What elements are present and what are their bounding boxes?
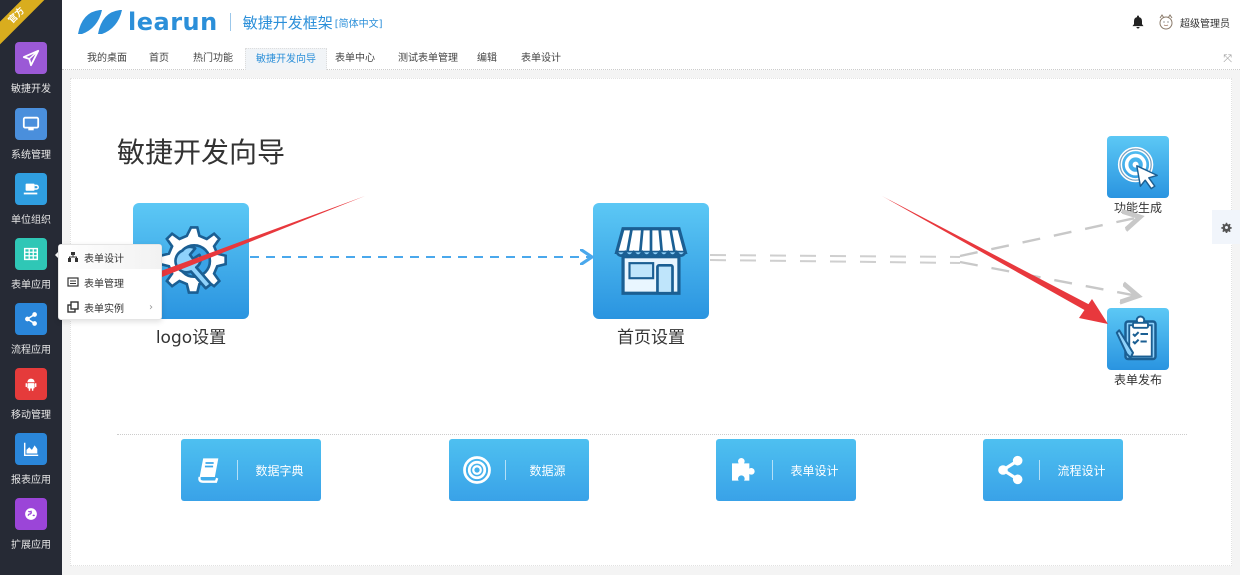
sidebar-item-system[interactable]: 系统管理	[0, 108, 62, 161]
clipboard-icon	[1115, 315, 1157, 361]
form-publish-tile[interactable]	[1107, 308, 1169, 370]
storefront-icon	[614, 227, 688, 295]
sitemap-icon	[68, 252, 78, 262]
sidebar-item-workflow[interactable]: 流程应用	[0, 303, 62, 356]
sidebar-item-label: 系统管理	[11, 150, 51, 161]
sidebar-item-label: 敏捷开发	[11, 84, 51, 95]
sidebar-item-organization[interactable]: 单位组织	[0, 173, 62, 226]
language-switch[interactable]: [简体中文]	[335, 15, 383, 30]
submenu-item-label: 表单设计	[84, 253, 124, 265]
wizard-panel: 敏捷开发向导 logo设置 首页设置 功能生成 表单发布 数据字典 数据源 表单…	[70, 78, 1232, 566]
brand-subtitle: 敏捷开发框架	[242, 13, 333, 32]
sidebar-item-agile-dev[interactable]: 敏捷开发	[0, 42, 62, 95]
logo[interactable]: learun 敏捷开发框架 [简体中文]	[76, 8, 383, 36]
leaf-logo-icon	[78, 10, 122, 34]
tab-form-center[interactable]: 表单中心	[325, 48, 385, 70]
sidebar-item-label: 表单应用	[11, 280, 51, 291]
target-cursor-icon	[1117, 146, 1158, 190]
form-design-button[interactable]: 表单设计	[716, 439, 856, 501]
submenu-item-label: 表单实例	[84, 303, 124, 315]
share-icon	[15, 303, 47, 335]
sidebar-item-label: 流程应用	[11, 345, 51, 356]
share-icon	[983, 454, 1039, 486]
sidebar-item-label: 扩展应用	[11, 540, 51, 551]
monitor-icon	[15, 108, 47, 140]
area-chart-icon	[15, 433, 47, 465]
header: learun 敏捷开发框架 [简体中文] 超级管理员	[62, 0, 1240, 48]
avatar[interactable]	[1156, 12, 1176, 32]
tab-hot-features[interactable]: 热门功能	[183, 48, 243, 70]
list-window-icon	[67, 277, 79, 287]
data-source-button[interactable]: 数据源	[449, 439, 589, 501]
sidebar-item-form-app[interactable]: 表单应用	[0, 238, 62, 291]
sidebar-item-label: 移动管理	[11, 410, 51, 421]
tab-test-form-mgmt[interactable]: 测试表单管理	[388, 48, 468, 70]
gear-icon	[1220, 222, 1232, 233]
tab-edit[interactable]: 编辑	[467, 48, 507, 70]
page-title: 敏捷开发向导	[117, 136, 286, 169]
logo-divider	[229, 13, 231, 31]
coffee-cup-icon	[15, 173, 47, 205]
globe-icon	[15, 498, 47, 530]
table-grid-icon	[15, 238, 47, 270]
section-divider	[117, 434, 1187, 435]
submenu-item-form-instance[interactable]: 表单实例 ›	[59, 295, 161, 319]
sidebar-item-label: 报表应用	[11, 475, 51, 486]
tab-home[interactable]: 首页	[139, 48, 179, 70]
data-dictionary-button[interactable]: 数据字典	[181, 439, 321, 501]
home-settings-tile[interactable]	[593, 203, 709, 319]
submenu-item-label: 表单管理	[84, 278, 124, 290]
sidebar-item-mobile[interactable]: 移动管理	[0, 368, 62, 421]
concentric-circles-icon	[449, 455, 505, 485]
form-design-label: 表单设计	[790, 463, 839, 478]
function-generate-label: 功能生成	[1113, 201, 1162, 215]
home-settings-label: 首页设置	[617, 328, 685, 348]
sidebar-item-report[interactable]: 报表应用	[0, 433, 62, 486]
workflow-design-label: 流程设计	[1057, 463, 1106, 478]
user-name[interactable]: 超级管理员	[1180, 15, 1230, 30]
paper-plane-icon	[15, 42, 47, 74]
fullscreen-icon[interactable]: ⤧	[1223, 52, 1232, 66]
sidebar-item-label: 单位组织	[11, 215, 51, 226]
submenu-item-form-design[interactable]: 表单设计	[59, 245, 161, 269]
bell-icon[interactable]	[1130, 14, 1146, 30]
android-icon	[15, 368, 47, 400]
tab-my-desktop[interactable]: 我的桌面	[77, 48, 137, 70]
book-icon	[181, 456, 237, 484]
submenu-item-form-management[interactable]: 表单管理	[59, 270, 161, 294]
chevron-right-icon: ›	[149, 301, 153, 313]
tab-form-design[interactable]: 表单设计	[511, 48, 571, 70]
clone-icon	[67, 301, 79, 313]
data-source-label: 数据源	[529, 463, 566, 478]
data-dictionary-label: 数据字典	[255, 463, 304, 478]
sidebar-item-extension[interactable]: 扩展应用	[0, 498, 62, 551]
brand-name: learun	[128, 8, 218, 36]
user-area: 超级管理员	[1130, 12, 1230, 32]
form-publish-label: 表单发布	[1113, 373, 1162, 387]
tab-agile-wizard[interactable]: 敏捷开发向导	[245, 48, 327, 70]
puzzle-icon	[716, 454, 772, 486]
function-generate-tile[interactable]	[1107, 136, 1169, 198]
workflow-design-button[interactable]: 流程设计	[983, 439, 1123, 501]
tab-bar: 我的桌面 首页 热门功能 敏捷开发向导 表单中心 测试表单管理 编辑 表单设计 …	[62, 48, 1240, 70]
settings-toggle[interactable]	[1212, 210, 1240, 244]
form-app-submenu: 表单设计 表单管理 表单实例 ›	[58, 244, 162, 320]
sidebar: 官方 敏捷开发 系统管理 单位组织 表单应用 流程应用 移动管理 报表应用 扩展…	[0, 0, 62, 575]
logo-settings-label: logo设置	[155, 328, 227, 348]
